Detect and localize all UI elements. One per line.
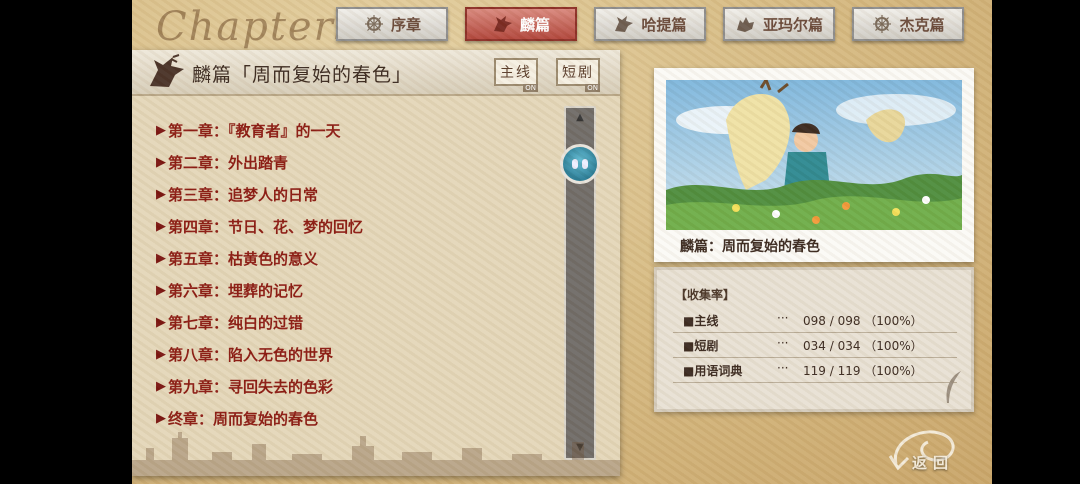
chapter-item-2[interactable]: ▶ 第二章：外出踏青 [156, 146, 363, 178]
chapter-item-3[interactable]: ▶ 第三章：追梦人的日常 [156, 178, 363, 210]
scroll-up-icon[interactable]: ▲ [570, 110, 590, 126]
chapter-label: 第八章：陷入无色的世界 [168, 345, 334, 364]
stat-row-short-drama: ■短剧 ··· 034 / 034 （100%） [673, 333, 957, 358]
stats-title: 【收集率】 [675, 288, 736, 302]
stat-row-glossary: ■用语词典 ··· 119 / 119 （100%） [673, 358, 957, 383]
chapter-list: ▶ 第一章：『教育者』的一天 ▶ 第二章：外出踏青 ▶ 第三章：追梦人的日常 ▶ 第四章… [156, 114, 363, 434]
qilin-icon [613, 14, 635, 34]
stat-value: 098 / 098 （100%） [803, 314, 923, 328]
collection-rate-panel: 【收集率】 ■主线 ··· 098 / 098 （100%） ■短剧 ··· 0… [654, 267, 974, 412]
wolf-icon [735, 14, 757, 34]
toggle-state: ON [585, 84, 600, 92]
chapter-label: 第四章：节日、花、梦的回忆 [168, 217, 364, 236]
arrow-icon: ▶ [156, 410, 166, 426]
stat-label: ■主线 [683, 314, 719, 328]
chapter-label: 第五章：枯黄色的意义 [168, 249, 319, 268]
preview-caption: 麟篇：周而复始的春色 [680, 239, 820, 255]
arrow-icon: ▶ [156, 282, 166, 298]
compass-icon [363, 14, 385, 34]
chapter-illustration [666, 80, 962, 230]
tab-label: 哈提篇 [641, 15, 687, 34]
stat-dots: ··· [777, 336, 789, 350]
panel-header: 麟篇「周而复始的春色」 主线 ON 短剧 ON [132, 50, 620, 96]
chapter-label: 第六章：埋葬的记忆 [168, 281, 304, 300]
qilin-icon [146, 54, 188, 94]
tab-jack[interactable]: 杰克篇 [852, 7, 964, 41]
chapter-panel: 麟篇「周而复始的春色」 主线 ON 短剧 ON ▶ 第一章：『教育者』的一天 ▶ 第… [132, 50, 620, 476]
tab-hati[interactable]: 哈提篇 [594, 7, 706, 41]
chapter-item-4[interactable]: ▶ 第四章：节日、花、梦的回忆 [156, 210, 363, 242]
quill-icon [946, 371, 961, 403]
tab-amar[interactable]: 亚玛尔篇 [723, 7, 835, 41]
chapter-scrollbar[interactable]: ▲ ▼ [560, 106, 600, 460]
short-drama-toggle[interactable]: 短剧 ON [556, 58, 600, 92]
arrow-icon: ▶ [156, 218, 166, 234]
city-skyline-decoration [132, 432, 620, 476]
toggle-label: 短剧 [562, 65, 594, 81]
compass-icon [871, 14, 893, 34]
chapter-preview-card: 麟篇：周而复始的春色 [654, 68, 974, 262]
arrow-icon: ▶ [156, 154, 166, 170]
chapter-label: 第七章：纯白的过错 [168, 313, 304, 332]
arrow-icon: ▶ [156, 378, 166, 394]
tab-label: 序章 [390, 15, 421, 34]
tab-label: 麟篇 [519, 15, 550, 34]
mainline-toggle[interactable]: 主线 ON [494, 58, 538, 92]
tab-lin[interactable]: 麟篇 [465, 7, 577, 41]
back-button[interactable]: 返回 [886, 420, 976, 476]
stat-label: ■用语词典 [683, 364, 743, 378]
chapter-label: 第三章：追梦人的日常 [168, 185, 319, 204]
chapter-label: 第一章：『教育者』的一天 [168, 121, 341, 140]
arrow-icon: ▶ [156, 314, 166, 330]
chapter-item-6[interactable]: ▶ 第六章：埋葬的记忆 [156, 274, 363, 306]
chapters-logo: Chapters [156, 4, 358, 50]
chapter-item-5[interactable]: ▶ 第五章：枯黄色的意义 [156, 242, 363, 274]
chapter-label: 第二章：外出踏青 [168, 153, 289, 172]
stat-row-mainline: ■主线 ··· 098 / 098 （100%） [673, 308, 957, 333]
scroll-thumb[interactable] [560, 144, 600, 184]
qilin-icon [492, 14, 514, 34]
back-label: 返回 [912, 454, 955, 472]
toggle-label: 主线 [500, 65, 532, 81]
chapter-item-1[interactable]: ▶ 第一章：『教育者』的一天 [156, 114, 363, 146]
stat-value: 034 / 034 （100%） [803, 339, 923, 353]
chapter-item-8[interactable]: ▶ 第八章：陷入无色的世界 [156, 338, 363, 370]
stat-dots: ··· [777, 311, 789, 325]
panel-title: 麟篇「周而复始的春色」 [192, 64, 413, 86]
chapter-item-9[interactable]: ▶ 第九章：寻回失去的色彩 [156, 370, 363, 402]
tab-label: 亚玛尔篇 [762, 15, 823, 34]
tab-label: 杰克篇 [899, 15, 945, 34]
chapter-item-7[interactable]: ▶ 第七章：纯白的过错 [156, 306, 363, 338]
toggle-state: ON [523, 84, 538, 92]
stat-dots: ··· [777, 361, 789, 375]
game-screen: Chapters 序章 麟篇 哈提篇 亚玛尔篇 杰克篇 麟篇「周而复始的春色」 … [132, 0, 992, 484]
chapter-label: 第九章：寻回失去的色彩 [168, 377, 334, 396]
stat-label: ■短剧 [683, 339, 719, 353]
tab-prologue[interactable]: 序章 [336, 7, 448, 41]
arrow-icon: ▶ [156, 186, 166, 202]
arrow-icon: ▶ [156, 346, 166, 362]
stat-value: 119 / 119 （100%） [803, 364, 923, 378]
arrow-icon: ▶ [156, 122, 166, 138]
arrow-icon: ▶ [156, 250, 166, 266]
